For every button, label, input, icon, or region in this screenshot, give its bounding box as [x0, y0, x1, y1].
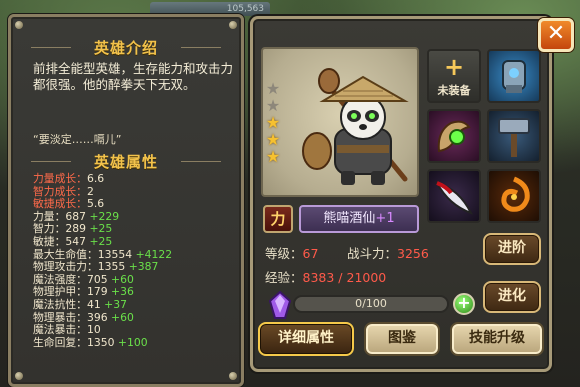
equip-slot-6[interactable] — [487, 169, 541, 223]
war-hammer-icon — [498, 118, 530, 157]
equip-slot-3[interactable] — [427, 109, 481, 163]
fire-swirl-icon — [501, 176, 530, 212]
equip-slot-4[interactable] — [487, 109, 541, 163]
hero-level: 等级：67 — [265, 246, 319, 261]
hero-name-plate: 熊喵酒仙+1 — [299, 205, 419, 233]
stat-row: 生命回复：1350 +100 — [33, 335, 148, 349]
star-empty-icon: ★ — [265, 79, 281, 98]
skill-upgrade-button[interactable]: 技能升级 — [450, 322, 544, 356]
soul-progress-bar: 0/100 — [293, 295, 449, 313]
rivet — [229, 372, 237, 380]
green-orb-claw-icon — [437, 120, 471, 153]
equip-slot-empty[interactable]: + 未装备 — [427, 49, 481, 103]
guide-button[interactable]: 图鉴 — [364, 322, 440, 356]
star-filled-icon: ★ — [265, 113, 281, 132]
star-rating: ★ ★ ★ ★ ★ — [265, 81, 283, 166]
details-button[interactable]: 详细属性 — [258, 322, 354, 356]
soul-crystal-icon — [269, 291, 291, 319]
evolve-button[interactable]: 进化 — [483, 281, 541, 313]
rivet — [15, 21, 23, 29]
strength-type-badge: 力 — [263, 205, 293, 233]
attribute-list: 力量成长：6.6 智力成长：2 敏捷成长：5.6 力量：687 +229 智力：… — [33, 172, 172, 349]
hero-exp: 经验：8383 / 21000 — [265, 270, 387, 285]
close-button[interactable]: ✕ — [538, 18, 574, 52]
hero-rank-plus: +1 — [375, 211, 395, 226]
star-filled-icon: ★ — [265, 147, 281, 166]
top-resource-value: 105,563 — [226, 4, 264, 14]
hero-power: 战斗力：3256 — [347, 246, 429, 261]
star-filled-icon: ★ — [265, 130, 281, 149]
hero-portrait — [261, 47, 419, 197]
rivet — [229, 21, 237, 29]
panda-brewmaster-figure — [302, 68, 409, 185]
intro-text: 前排全能型英雄，生存能力和攻击力都很强。他的醉拳天下无双。 — [33, 61, 234, 92]
attributes-title: 英雄属性 — [11, 151, 241, 172]
hero-quote: “要淡定……嗝儿” — [33, 133, 122, 146]
add-soul-button[interactable]: + — [453, 293, 475, 315]
equip-slot-2[interactable] — [487, 49, 541, 103]
advance-button[interactable]: 进阶 — [483, 233, 541, 265]
mech-gauntlet-icon — [502, 60, 526, 93]
hero-detail-panel: ★ ★ ★ ★ ★ + 未装备 力 熊喵酒仙+1 等级：67 战斗力：3256 … — [250, 16, 552, 372]
intro-title: 英雄介绍 — [11, 37, 241, 58]
soul-progress-text: 0/100 — [355, 297, 387, 310]
equip-slot-5[interactable] — [427, 169, 481, 223]
rivet — [15, 372, 23, 380]
bloody-blade-icon — [434, 181, 474, 215]
hero-info-panel: 英雄介绍 前排全能型英雄，生存能力和攻击力都很强。他的醉拳天下无双。 “要淡定…… — [8, 14, 244, 387]
hero-name: 熊喵酒仙 — [323, 211, 376, 226]
empty-slot-label: 未装备 — [437, 84, 471, 97]
star-empty-icon: ★ — [265, 96, 281, 115]
plus-icon: + — [443, 53, 465, 81]
